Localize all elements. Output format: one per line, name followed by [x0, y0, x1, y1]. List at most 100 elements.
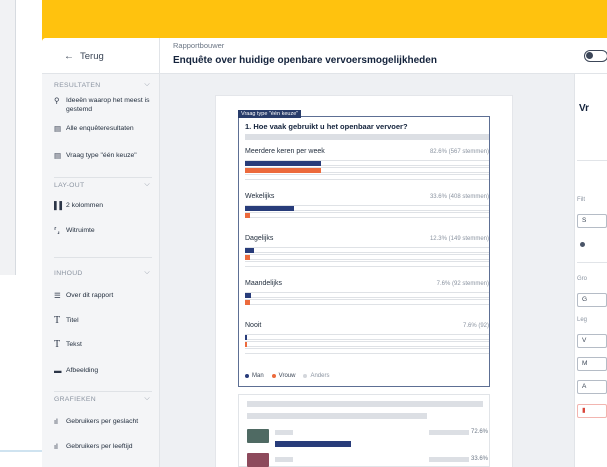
- section-title: GRAFIEKEN: [54, 396, 96, 403]
- placeholder-line: [429, 457, 469, 462]
- sidebar-item-label: Tekst: [66, 341, 82, 348]
- bar-chart-icon: ıl: [54, 417, 58, 426]
- chart-legend: Man Vrouw Anders: [245, 373, 329, 379]
- sidebar-item-text[interactable]: T Tekst: [54, 340, 158, 350]
- legend-label: Leg: [577, 317, 588, 323]
- sidebar-item-about-report[interactable]: ☰ Over dit rapport: [54, 291, 158, 300]
- bar-track-vrouw: [245, 341, 489, 347]
- bar-track-man: [245, 160, 489, 166]
- bar-man: [245, 335, 247, 340]
- columns-icon: ▌▌: [54, 201, 65, 210]
- divider: [54, 177, 152, 178]
- divider: [54, 391, 152, 392]
- legend-dot: [271, 374, 276, 378]
- sidebar-item-title[interactable]: T Titel: [54, 316, 158, 326]
- sidebar-item-image[interactable]: ▬ Afbeelding: [54, 366, 158, 375]
- preview-toggle[interactable]: [584, 50, 607, 62]
- info-icon: [580, 242, 585, 247]
- legend-input[interactable]: V: [577, 334, 607, 348]
- bar-vrouw: [245, 342, 247, 347]
- sidebar-item-label: Gebruikers per geslacht: [66, 418, 139, 425]
- sidebar-item-label: Afbeelding: [66, 367, 99, 374]
- question-widget[interactable]: Vraag type "één keuze" 1. Hoe vaak gebru…: [238, 110, 490, 387]
- sidebar-item-users-by-age[interactable]: ıl Gebruikers per leeftijd: [54, 442, 158, 451]
- option-label: Maandelijks: [245, 280, 282, 287]
- back-label: Terug: [80, 50, 104, 62]
- filter-label: Filt: [577, 197, 585, 203]
- section-resultaten[interactable]: RESULTATEN ⌵: [42, 81, 160, 94]
- section-title: RESULTATEN: [54, 82, 101, 89]
- idea-percentage: 72.6%: [471, 429, 489, 435]
- legend-input[interactable]: A: [577, 380, 607, 394]
- legend-item: Vrouw: [271, 373, 295, 379]
- background-window: [0, 0, 42, 467]
- bar-track-vrouw: [245, 167, 489, 173]
- option-result: 7.6% (92 stemmen): [436, 281, 489, 287]
- option-result: 7.6% (92): [462, 323, 489, 329]
- placeholder-line: [275, 430, 293, 435]
- background-sidebar-strip: [0, 0, 16, 275]
- bar-man: [245, 293, 251, 298]
- bar-track-anders: [245, 348, 489, 354]
- bar-track-vrouw: [245, 254, 489, 260]
- option-result: 12.3% (149 stemmen): [429, 236, 489, 242]
- sidebar-item-label: 2 kolommen: [66, 202, 104, 209]
- report-builder-window: ← Terug Rapportbouwer Enquête over huidi…: [42, 38, 607, 467]
- option-label: Dagelijks: [245, 235, 274, 242]
- sidebar-item-2-columns[interactable]: ▌▌ 2 kolommen: [54, 201, 158, 210]
- bar-vrouw: [245, 255, 250, 260]
- divider: [577, 262, 607, 263]
- bar-track-man: [245, 292, 489, 298]
- ideas-widget[interactable]: 72.6% 33.6%: [238, 394, 490, 467]
- bar-vrouw: [245, 300, 250, 305]
- bar-man: [245, 206, 294, 211]
- breadcrumb: Rapportbouwer: [173, 41, 225, 50]
- sidebar-item-all-results[interactable]: ▤ Alle enquêteresultaten: [54, 124, 158, 133]
- section-title: LAY-OUT: [54, 182, 85, 189]
- legend-item: Man: [245, 373, 264, 379]
- section-layout[interactable]: LAY-OUT ⌵: [42, 181, 160, 194]
- option-result: 82.6% (567 stemmen): [429, 149, 489, 155]
- form-icon: ▤: [54, 151, 62, 160]
- section-inhoud[interactable]: INHOUD ⌵: [42, 269, 160, 282]
- page-title: Enquête over huidige openbare vervoersmo…: [173, 55, 437, 66]
- sidebar-item-label: Vraag type "één keuze": [66, 152, 137, 159]
- bar-track-man: [245, 205, 489, 211]
- filter-select[interactable]: S: [577, 214, 607, 228]
- background-divider: [0, 450, 42, 452]
- legend-label: Man: [252, 373, 264, 379]
- panel-heading: Vr: [579, 103, 590, 114]
- bar-vrouw: [245, 168, 321, 173]
- section-grafieken[interactable]: GRAFIEKEN ⌵: [42, 395, 160, 408]
- delete-button[interactable]: ▮: [577, 404, 607, 418]
- sidebar-item-single-choice[interactable]: ▤ Vraag type "één keuze": [54, 151, 158, 160]
- option-label: Nooit: [245, 322, 262, 329]
- pin-icon: ⚲: [54, 96, 60, 105]
- sidebar-item-whitespace[interactable]: ⸢⸥ Witruimte: [54, 226, 158, 235]
- legend-input[interactable]: M: [577, 357, 607, 371]
- back-button[interactable]: ← Terug: [42, 38, 160, 74]
- sidebar: RESULTATEN ⌵ ⚲ Ideeën waarop het meest is…: [42, 74, 160, 467]
- sidebar-item-label: Witruimte: [66, 227, 95, 234]
- bar-track-man: [245, 247, 489, 253]
- toggle-knob: [586, 52, 593, 59]
- sidebar-item-most-voted[interactable]: ⚲ Ideeën waarop het meest is gestemd: [54, 96, 158, 114]
- arrow-left-icon: ←: [64, 50, 74, 62]
- legend-dot: [245, 374, 249, 378]
- section-title: INHOUD: [54, 270, 83, 277]
- bar-vrouw: [245, 213, 250, 218]
- chevron-down-icon: ⌵: [144, 269, 150, 276]
- report-canvas: Vraag type "één keuze" 1. Hoe vaak gebru…: [160, 74, 574, 467]
- bar-track-vrouw: [245, 299, 489, 305]
- sidebar-item-users-by-gender[interactable]: ıl Gebruikers per geslacht: [54, 417, 158, 426]
- divider: [577, 160, 607, 161]
- placeholder-line: [429, 430, 469, 435]
- question-type-tag: Vraag type "één keuze": [238, 110, 302, 118]
- sidebar-item-label: Ideeën waarop het meest is gestemd: [66, 97, 150, 113]
- bar-chart-icon: ıl: [54, 442, 58, 451]
- legend-item: Anders: [303, 373, 329, 379]
- placeholder-line: [247, 401, 483, 407]
- option-label: Wekelijks: [245, 193, 275, 200]
- placeholder-line: [275, 457, 293, 462]
- group-select[interactable]: G: [577, 293, 607, 307]
